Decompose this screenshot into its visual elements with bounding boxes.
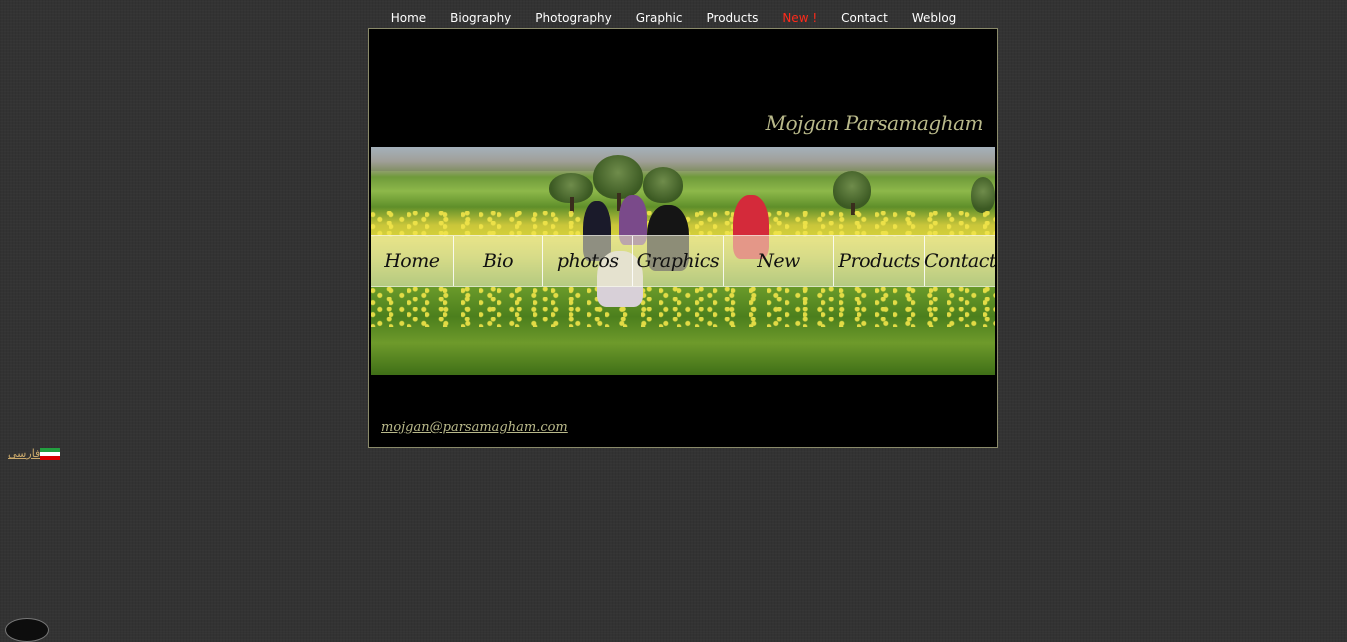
- language-label: فارسی: [8, 447, 41, 460]
- corner-logo-icon[interactable]: [5, 618, 49, 642]
- banner-nav-photos[interactable]: photos: [543, 236, 634, 286]
- banner-nav-products[interactable]: Products: [834, 236, 925, 286]
- top-nav-contact[interactable]: Contact: [829, 10, 900, 26]
- banner-photo: Home Bio photos Graphics New Products Co…: [371, 147, 995, 375]
- top-nav-weblog[interactable]: Weblog: [900, 10, 968, 26]
- top-nav-new[interactable]: New !: [770, 10, 829, 26]
- banner-nav-graphics[interactable]: Graphics: [633, 236, 724, 286]
- top-nav-products[interactable]: Products: [695, 10, 771, 26]
- banner-nav-home[interactable]: Home: [371, 236, 454, 286]
- banner-nav-bio[interactable]: Bio: [454, 236, 544, 286]
- site-name: Mojgan Parsamagham: [765, 111, 984, 135]
- top-nav-home[interactable]: Home: [379, 10, 438, 26]
- banner-nav-new[interactable]: New: [724, 236, 835, 286]
- language-link[interactable]: فارسی: [8, 447, 61, 460]
- top-nav-biography[interactable]: Biography: [438, 10, 523, 26]
- banner-mountains: [371, 147, 995, 171]
- top-nav-graphic[interactable]: Graphic: [624, 10, 695, 26]
- email-link[interactable]: mojgan@parsamagham.com: [381, 420, 568, 435]
- banner-tree: [971, 177, 995, 213]
- banner-tree: [643, 167, 683, 203]
- banner-nav-contact[interactable]: Contact: [924, 236, 995, 286]
- top-nav-photography[interactable]: Photography: [523, 10, 623, 26]
- top-nav: Home Biography Photography Graphic Produ…: [0, 10, 1347, 26]
- main-frame: Mojgan Parsamagham Home Bio photos Graph…: [368, 28, 998, 448]
- iran-flag-icon: [40, 448, 61, 460]
- flower-band: [371, 287, 995, 327]
- banner-nav: Home Bio photos Graphics New Products Co…: [371, 235, 995, 287]
